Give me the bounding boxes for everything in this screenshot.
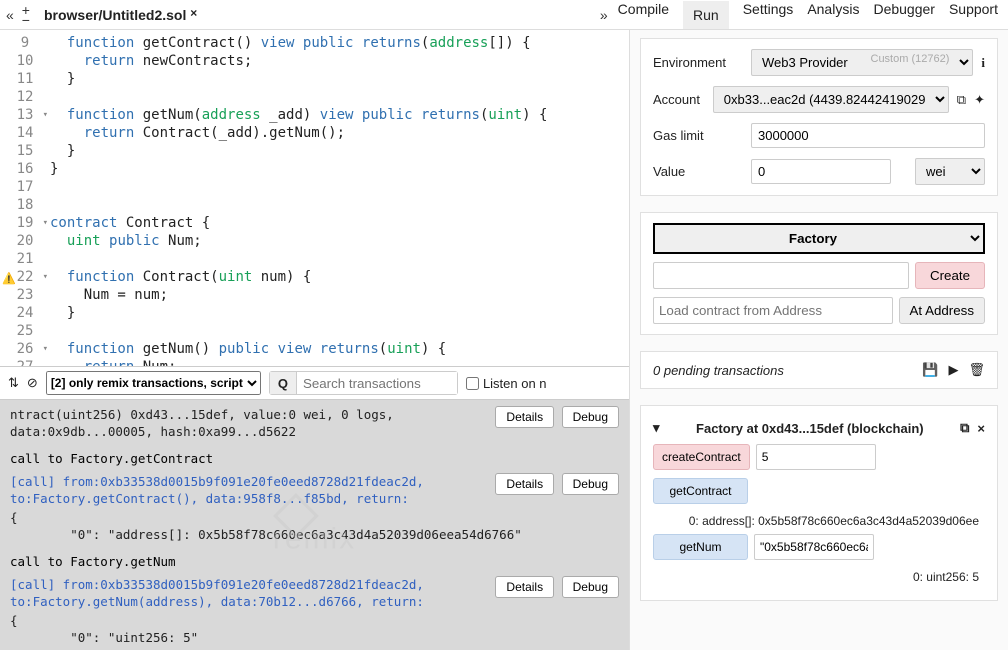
debug-button[interactable]: Debug: [562, 473, 619, 495]
console-toolbar: ⇅ ⊘ [2] only remix transactions, script …: [0, 366, 629, 400]
menu-run[interactable]: Run: [683, 1, 729, 29]
console-filter[interactable]: [2] only remix transactions, script: [46, 371, 261, 395]
expand-console-icon[interactable]: ⇅: [8, 375, 19, 391]
pending-transactions-panel: 0 pending transactions 💾 ▶ 🗑: [640, 351, 998, 389]
contract-select[interactable]: Factory: [653, 223, 985, 254]
create-contract-button[interactable]: createContract: [653, 444, 750, 470]
log-call-tag: [call]: [10, 577, 55, 592]
close-icon[interactable]: ×: [977, 421, 985, 436]
log-header: call to Factory.getContract: [10, 450, 619, 467]
add-account-icon[interactable]: ✦: [974, 92, 985, 108]
pending-text: 0 pending transactions: [653, 363, 784, 378]
code-editor[interactable]: 9 function getContract() view public ret…: [0, 30, 629, 366]
account-select[interactable]: 0xb33...eac2d (4439.82442419029: [713, 86, 949, 113]
account-label: Account: [653, 92, 705, 107]
create-button[interactable]: Create: [915, 262, 985, 289]
constructor-args-input[interactable]: [653, 262, 909, 289]
gas-limit-label: Gas limit: [653, 128, 743, 143]
tab-close-icon[interactable]: ×: [190, 6, 197, 20]
gas-limit-input[interactable]: [751, 123, 985, 148]
instance-title: Factory at 0xd43...15def (blockchain): [668, 421, 953, 436]
collapse-left-icon[interactable]: «: [6, 7, 14, 23]
at-address-button[interactable]: At Address: [899, 297, 985, 324]
contract-instance-panel: ▾ Factory at 0xd43...15def (blockchain) …: [640, 405, 998, 601]
info-icon[interactable]: i: [981, 55, 985, 71]
details-button[interactable]: Details: [495, 473, 554, 495]
play-icon[interactable]: ▶: [948, 362, 958, 378]
log-text: from:0xb33538d0015b9f091e20fe0eed8728d21…: [10, 577, 424, 609]
copy-icon[interactable]: ⧉: [960, 420, 969, 436]
save-icon[interactable]: 💾: [922, 362, 938, 378]
value-unit-select[interactable]: wei: [915, 158, 985, 185]
load-address-input[interactable]: [653, 297, 893, 324]
topbar: « + − browser/Untitled2.sol × » Compile …: [0, 0, 1008, 30]
get-num-button[interactable]: getNum: [653, 534, 748, 560]
environment-label: Environment: [653, 55, 743, 70]
deploy-panel: Factory Create At Address: [640, 212, 998, 335]
menu-debugger[interactable]: Debugger: [873, 1, 935, 29]
clear-console-icon[interactable]: ⊘: [27, 375, 38, 391]
log-header: call to Factory.getNum: [10, 553, 619, 570]
log-text: ntract(uint256) 0xd43...15def, value:0 w…: [10, 407, 394, 439]
menu-support[interactable]: Support: [949, 1, 998, 29]
log-text: from:0xb33538d0015b9f091e20fe0eed8728d21…: [10, 474, 424, 506]
search-icon[interactable]: Q: [270, 372, 297, 394]
debug-button[interactable]: Debug: [562, 576, 619, 598]
debug-button[interactable]: Debug: [562, 406, 619, 428]
log-return: { "0": "uint256: 5": [10, 612, 619, 646]
value-input[interactable]: [751, 159, 891, 184]
chevron-down-icon[interactable]: ▾: [653, 420, 660, 436]
value-label: Value: [653, 164, 743, 179]
trash-icon[interactable]: 🗑: [968, 362, 985, 378]
log-return: { "0": "address[]: 0x5b58f78c660ec6a3c43…: [10, 509, 619, 543]
main-menu: Compile Run Settings Analysis Debugger S…: [618, 1, 1008, 29]
search-input[interactable]: [297, 372, 457, 394]
get-contract-return: 0: address[]: 0x5b58f78c660ec6a3c43d4a52…: [653, 512, 985, 534]
details-button[interactable]: Details: [495, 576, 554, 598]
copy-icon[interactable]: ⧉: [957, 92, 966, 108]
get-num-input[interactable]: [754, 534, 874, 560]
console[interactable]: ◇remix Details Debug ntract(uint256) 0xd…: [0, 400, 629, 650]
create-contract-input[interactable]: [756, 444, 876, 470]
env-custom-text: Custom (12762): [871, 53, 950, 65]
log-call-tag: [call]: [10, 474, 55, 489]
menu-compile[interactable]: Compile: [618, 1, 669, 29]
file-tab[interactable]: browser/Untitled2.sol ×: [38, 7, 203, 23]
environment-panel: Environment Web3 Provider Custom (12762)…: [640, 38, 998, 196]
collapse-right-icon[interactable]: »: [600, 7, 608, 23]
menu-analysis[interactable]: Analysis: [807, 1, 859, 29]
listen-checkbox[interactable]: [466, 377, 479, 390]
get-contract-button[interactable]: getContract: [653, 478, 748, 504]
zoom-out-icon[interactable]: −: [22, 15, 30, 25]
listen-checkbox-label: Listen on n: [466, 376, 547, 391]
get-num-return: 0: uint256: 5: [653, 568, 985, 590]
menu-settings[interactable]: Settings: [743, 1, 794, 29]
details-button[interactable]: Details: [495, 406, 554, 428]
